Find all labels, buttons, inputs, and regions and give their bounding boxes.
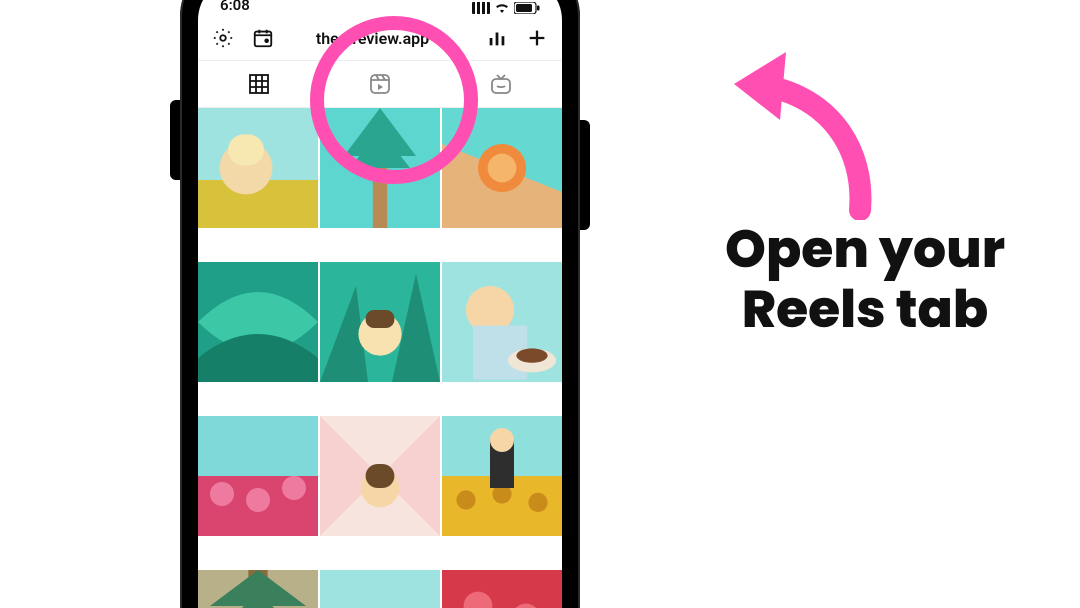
tab-igtv[interactable]	[441, 72, 561, 96]
phone-screen: 6:08	[198, 0, 562, 608]
feed-thumb[interactable]	[320, 416, 440, 536]
feed-thumb[interactable]	[198, 570, 318, 608]
instruction-line-2: Reels tab	[700, 280, 1030, 340]
status-indicators	[472, 2, 540, 14]
feed-thumb[interactable]	[320, 570, 440, 608]
instruction-arrow	[700, 40, 900, 224]
feed-thumb[interactable]	[198, 262, 318, 382]
feed-thumb[interactable]	[442, 416, 562, 536]
feed-thumb[interactable]	[320, 262, 440, 382]
wifi-icon	[494, 2, 510, 14]
feed-thumb[interactable]	[442, 262, 562, 382]
feed-thumb[interactable]	[198, 108, 318, 228]
phone-frame: 6:08	[180, 0, 580, 608]
feed-thumb[interactable]	[320, 108, 440, 228]
instruction-text: Open your Reels tab	[700, 220, 1030, 340]
username-dropdown[interactable]: the.preview.app	[316, 29, 444, 48]
signal-icon	[472, 2, 490, 14]
chart-icon[interactable]	[486, 27, 508, 49]
app-toolbar: the.preview.app	[198, 16, 562, 61]
tab-grid[interactable]	[199, 72, 319, 96]
status-time: 6:08	[220, 0, 250, 14]
battery-icon	[514, 2, 540, 14]
status-bar: 6:08	[198, 0, 562, 16]
content-tabs	[198, 61, 562, 108]
username-label: the.preview.app	[316, 29, 429, 48]
feed-thumb[interactable]	[442, 570, 562, 608]
feed-thumb[interactable]	[442, 108, 562, 228]
feed-grid	[198, 108, 562, 608]
instruction-line-1: Open your	[700, 220, 1030, 280]
tab-reels[interactable]	[320, 72, 440, 96]
gear-icon[interactable]	[212, 27, 234, 49]
plus-icon[interactable]	[526, 27, 548, 49]
chevron-down-icon	[432, 29, 444, 48]
feed-thumb[interactable]	[198, 416, 318, 536]
calendar-icon[interactable]	[252, 27, 274, 49]
